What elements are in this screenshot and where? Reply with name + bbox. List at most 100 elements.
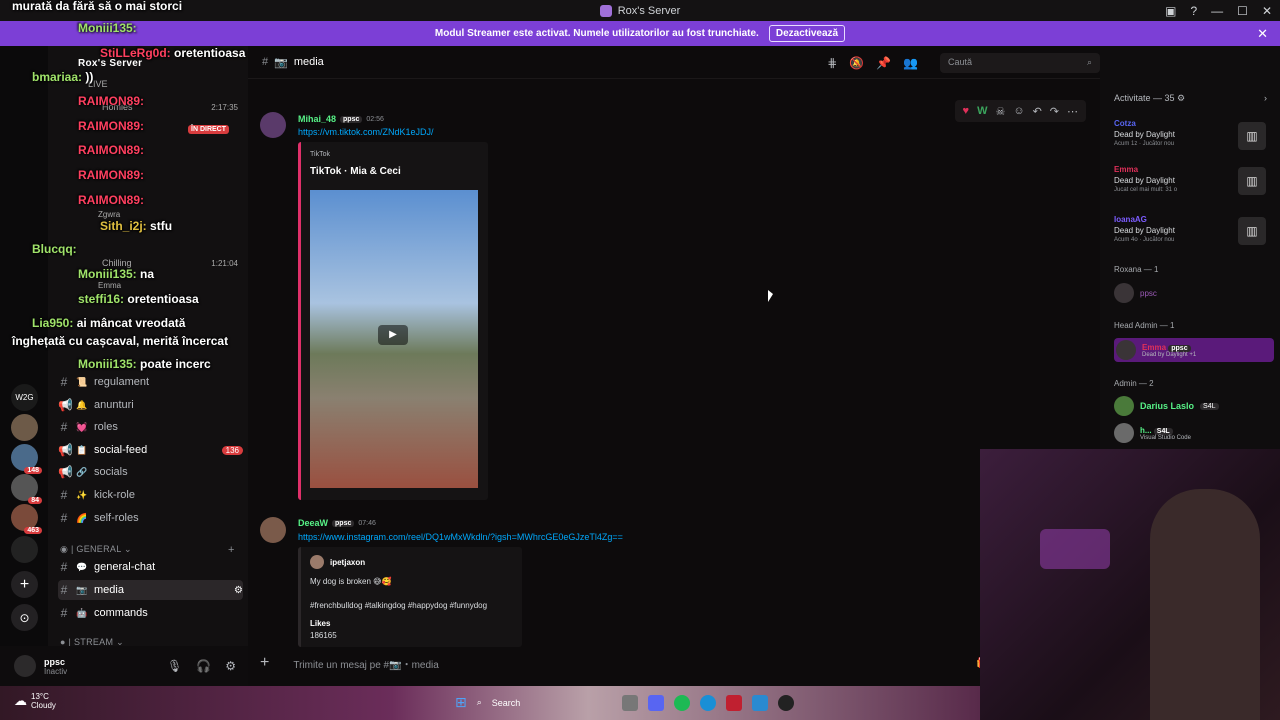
pin-icon[interactable]: 📌 [876, 56, 891, 70]
voice-homies[interactable]: Homies 2:17:35 [102, 97, 238, 117]
role-tag: S4L [1200, 402, 1219, 410]
threads-icon[interactable]: ⋕ [827, 56, 837, 70]
member-activity: Visual Studio Code [1140, 434, 1191, 441]
minimize-button[interactable]: — [1211, 4, 1223, 18]
taskbar-search[interactable]: Search [492, 698, 612, 708]
activity-card[interactable]: Emma Dead by Daylight Jucat cel mai mult… [1114, 165, 1177, 193]
channel-roles[interactable]: # 💓 roles [58, 417, 243, 437]
mute-icon[interactable]: 🔕 [849, 56, 864, 70]
search-placeholder: Caută [948, 56, 973, 67]
server-icon[interactable] [11, 414, 38, 441]
settings-icon[interactable]: ⚙ [225, 659, 236, 673]
embed-title[interactable]: TikTok · Mia & Ceci [310, 166, 401, 177]
avatar[interactable] [260, 112, 286, 138]
category-general[interactable]: ◉ | GENERAL ⌄ + [60, 544, 234, 556]
add-reaction-icon[interactable]: ☺ [1013, 105, 1024, 117]
voice-user[interactable]: Emma [98, 275, 238, 295]
obs-icon[interactable] [777, 694, 794, 711]
add-channel-icon[interactable]: + [228, 544, 235, 556]
channel-label: general-chat [94, 561, 156, 573]
heart-reaction-icon[interactable]: ♥ [963, 105, 970, 117]
channel-label: social-feed [94, 444, 148, 456]
member-item[interactable]: ppsc [1114, 283, 1157, 303]
discord-icon[interactable] [647, 694, 664, 711]
member-name: h... [1140, 425, 1152, 435]
channel-general-chat[interactable]: # 💬 general-chat [58, 557, 243, 577]
composer-placeholder[interactable]: Trimite un mesaj pe #📷・media [293, 656, 438, 671]
skull-reaction-icon[interactable]: ☠ [995, 105, 1005, 118]
hash-icon: # [60, 375, 68, 389]
server-icon-w2g[interactable]: W2G [11, 384, 38, 411]
avatar[interactable] [260, 517, 286, 543]
forward-icon[interactable]: ↷ [1050, 105, 1059, 118]
message-link[interactable]: https://www.instagram.com/reel/DQ1wMxWkd… [298, 532, 623, 542]
help-icon[interactable]: ? [1190, 4, 1197, 18]
channel-regulament[interactable]: # 📜 regulament [58, 372, 243, 392]
server-icon[interactable] [11, 536, 38, 563]
windows-start-icon[interactable]: ⊞ [455, 694, 467, 711]
activity-sub: Acum 1z · Jucător nou [1114, 141, 1175, 147]
file-explorer-icon[interactable] [621, 694, 638, 711]
activity-card[interactable]: Cotza Dead by Daylight Acum 1z · Jucător… [1114, 119, 1175, 147]
disable-streamer-button[interactable]: Dezactivează [768, 25, 846, 42]
member-list: Activitate — 35 ⚙ › Cotza Dead by Dayligh… [1100, 79, 1280, 449]
w-reaction-icon[interactable]: W [977, 105, 987, 117]
microphone-icon[interactable]: 🎙 [167, 659, 182, 673]
channel-kick-role[interactable]: # ✨ kick-role [58, 485, 243, 505]
server-icon[interactable]: 84 [11, 474, 42, 504]
channel-self-roles[interactable]: # 🌈 self-roles [58, 508, 243, 528]
hash-icon: # [60, 511, 68, 525]
members-icon[interactable]: 👥 [903, 56, 918, 70]
spotify-icon[interactable] [673, 694, 690, 711]
reply-icon[interactable]: ↶ [1033, 105, 1042, 118]
more-icon[interactable]: ⋯ [1067, 105, 1078, 118]
channel-label: self-roles [94, 512, 139, 524]
message-author[interactable]: Mihai_48 ppsc 02:56 [298, 114, 384, 124]
app-icon[interactable] [751, 694, 768, 711]
channel-social-feed[interactable]: 📢 📋 social-feed 136 [58, 440, 243, 460]
channel-anunturi[interactable]: 📢 🔔 anunturi [58, 395, 243, 415]
edge-icon[interactable] [699, 694, 716, 711]
play-icon[interactable]: ▶ [378, 325, 408, 345]
voice-chilling[interactable]: Chilling 1:21:04 [102, 253, 238, 273]
voice-user[interactable]: Zgwra [98, 204, 238, 224]
chevron-right-icon[interactable]: › [1264, 93, 1267, 103]
voice-live[interactable]: LIVE [88, 74, 238, 94]
weather-widget[interactable]: ☁ 13°C Cloudy [14, 692, 56, 710]
avatar [1114, 396, 1134, 416]
video-thumbnail[interactable]: ▶ [310, 190, 478, 488]
member-item[interactable]: Emma ppsc Dead by Daylight +1 [1114, 338, 1274, 362]
server-icon[interactable]: 463 [11, 504, 42, 534]
message-composer[interactable]: + Trimite un mesaj pe #📷・media 🎁 [260, 650, 990, 676]
add-server-icon[interactable]: + [11, 571, 38, 598]
embed-author[interactable]: ipetjaxon [330, 558, 365, 567]
message-author[interactable]: DeeaW ppsc 07:46 [298, 518, 376, 528]
settings-icon[interactable]: ⚙ [234, 585, 243, 596]
search-input[interactable]: Caută ⌕ [940, 52, 1100, 73]
embed-tags: #frenchbulldog #talkingdog #happydog #fu… [310, 601, 488, 610]
app-icon[interactable] [725, 694, 742, 711]
avatar [1114, 283, 1134, 303]
add-attachment-icon[interactable]: + [260, 654, 269, 672]
avatar[interactable] [14, 655, 36, 677]
activity-card[interactable]: IoanaAG Dead by Daylight Acum 4o · Jucăt… [1114, 215, 1175, 243]
webcam-overlay [980, 449, 1280, 720]
headphones-icon[interactable]: 🎧 [196, 659, 211, 673]
maximize-button[interactable]: ☐ [1237, 4, 1248, 18]
hash-icon: # [60, 420, 68, 434]
member-item[interactable]: h... S4L Visual Studio Code [1114, 423, 1191, 443]
inbox-icon[interactable]: ▣ [1165, 4, 1176, 18]
server-name[interactable]: Rox's Server [78, 58, 142, 69]
close-icon[interactable]: ✕ [1257, 26, 1268, 42]
member-item[interactable]: Darius Laslo S4L [1114, 396, 1219, 416]
media-icon: 📷 [274, 56, 288, 69]
search-icon[interactable]: ⌕ [477, 697, 482, 708]
channel-emoji: 📋 [76, 444, 88, 455]
close-window-button[interactable]: ✕ [1262, 4, 1272, 18]
discover-icon[interactable]: ⊙ [11, 604, 38, 631]
server-icon[interactable]: 148 [11, 444, 42, 474]
channel-socials[interactable]: 📢 🔗 socials [58, 462, 243, 482]
message-link[interactable]: https://vm.tiktok.com/ZNdK1eJDJ/ [298, 127, 434, 137]
channel-commands[interactable]: # 🤖 commands [58, 603, 243, 623]
channel-media[interactable]: # 📷 media ⚙ [58, 580, 243, 600]
